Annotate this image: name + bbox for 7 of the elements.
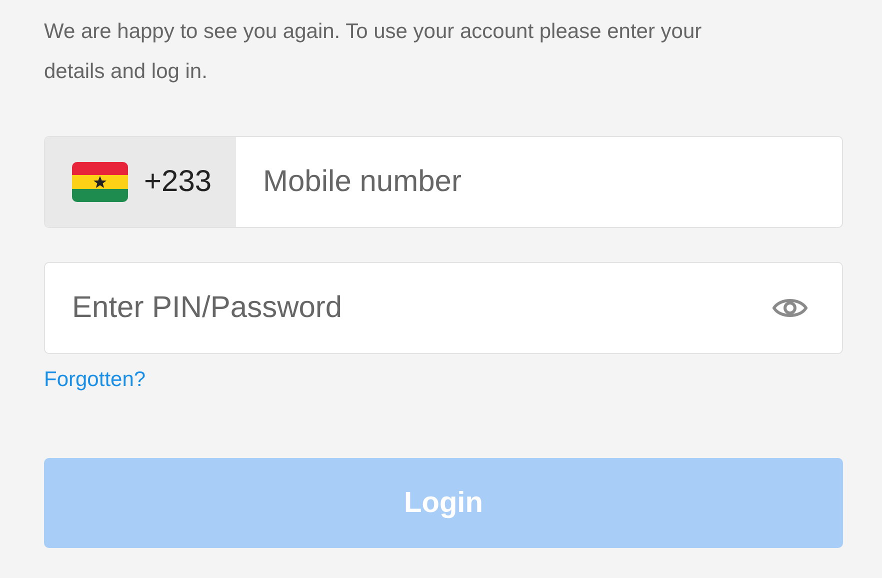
country-code: +233 <box>144 165 212 199</box>
eye-icon[interactable] <box>772 296 808 320</box>
phone-field[interactable]: +233 Mobile number <box>44 136 843 228</box>
mobile-number-input[interactable]: Mobile number <box>236 137 842 227</box>
flag-icon <box>72 162 128 202</box>
intro-text: We are happy to see you again. To use your account please enter your details and log in. <box>44 19 703 85</box>
country-code-selector[interactable]: +233 <box>45 137 236 227</box>
